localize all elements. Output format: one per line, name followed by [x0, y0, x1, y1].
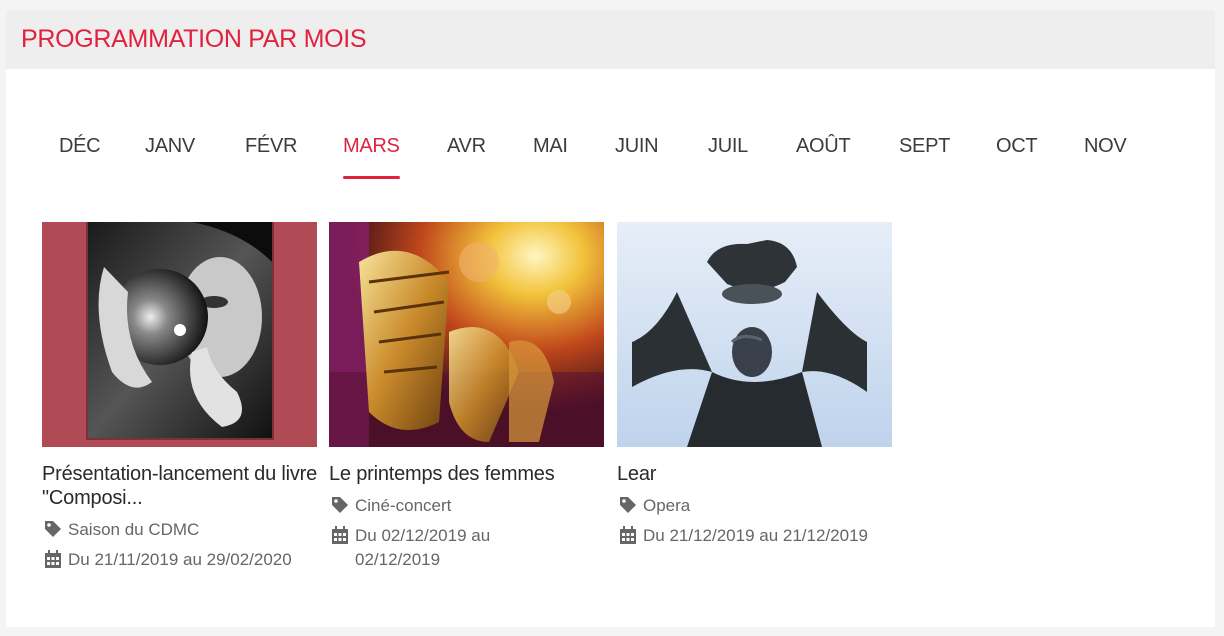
tab-month-mars[interactable]: MARS — [343, 130, 400, 182]
tab-month-fevr[interactable]: FÉVR — [245, 130, 297, 182]
event-category-label: Ciné-concert — [355, 496, 452, 515]
tab-month-oct[interactable]: OCT — [996, 130, 1038, 182]
event-title[interactable]: Le printemps des femmes — [329, 462, 605, 486]
event-dates-label: Du 21/11/2019 au 29/02/2020 — [68, 550, 292, 569]
event-title[interactable]: Présentation-lancement du livre "Composi… — [42, 462, 318, 510]
month-tabs: DÉC JANV FÉVR MARS AVR MAI JUIN JUIL AOÛ… — [6, 130, 1215, 190]
event-image-portrait[interactable] — [42, 222, 317, 447]
event-image-statue[interactable] — [617, 222, 892, 447]
tag-icon — [617, 494, 639, 516]
event-category: Opera — [617, 494, 893, 518]
calendar-icon — [329, 524, 351, 546]
calendar-icon — [617, 524, 639, 546]
calendar-icon — [42, 548, 64, 570]
event-image-saxophones[interactable] — [329, 222, 604, 447]
tab-month-nov[interactable]: NOV — [1084, 130, 1127, 182]
tag-icon — [42, 518, 64, 540]
panel-header: PROGRAMMATION PAR MOIS — [6, 10, 1215, 69]
event-title[interactable]: Lear — [617, 462, 893, 486]
tab-month-juin[interactable]: JUIN — [615, 130, 659, 182]
tab-month-avr[interactable]: AVR — [447, 130, 486, 182]
event-card: Lear Opera Du 21/12/2019 au 21/12/2019 — [617, 222, 893, 548]
event-category: Saison du CDMC — [42, 518, 318, 542]
programme-panel: PROGRAMMATION PAR MOIS DÉC JANV FÉVR MAR… — [6, 10, 1215, 627]
tab-month-sept[interactable]: SEPT — [899, 130, 950, 182]
tab-month-aout[interactable]: AOÛT — [796, 130, 851, 182]
event-category: Ciné-concert — [329, 494, 605, 518]
event-dates: Du 21/11/2019 au 29/02/2020 — [42, 548, 318, 572]
tab-month-dec[interactable]: DÉC — [59, 130, 101, 182]
event-dates: Du 02/12/2019 au 02/12/2019 — [329, 524, 605, 572]
event-card: Le printemps des femmes Ciné-concert Du … — [329, 222, 605, 572]
tab-month-juil[interactable]: JUIL — [708, 130, 748, 182]
tab-month-mai[interactable]: MAI — [533, 130, 568, 182]
tab-month-janv[interactable]: JANV — [145, 130, 195, 182]
tag-icon — [329, 494, 351, 516]
event-category-label: Saison du CDMC — [68, 520, 200, 539]
event-dates-label: Du 21/12/2019 au 21/12/2019 — [643, 526, 868, 545]
page-title: PROGRAMMATION PAR MOIS — [21, 25, 367, 53]
event-dates-label: Du 02/12/2019 au 02/12/2019 — [355, 526, 491, 569]
event-card: Présentation-lancement du livre "Composi… — [42, 222, 318, 572]
event-dates: Du 21/12/2019 au 21/12/2019 — [617, 524, 893, 548]
event-category-label: Opera — [643, 496, 691, 515]
